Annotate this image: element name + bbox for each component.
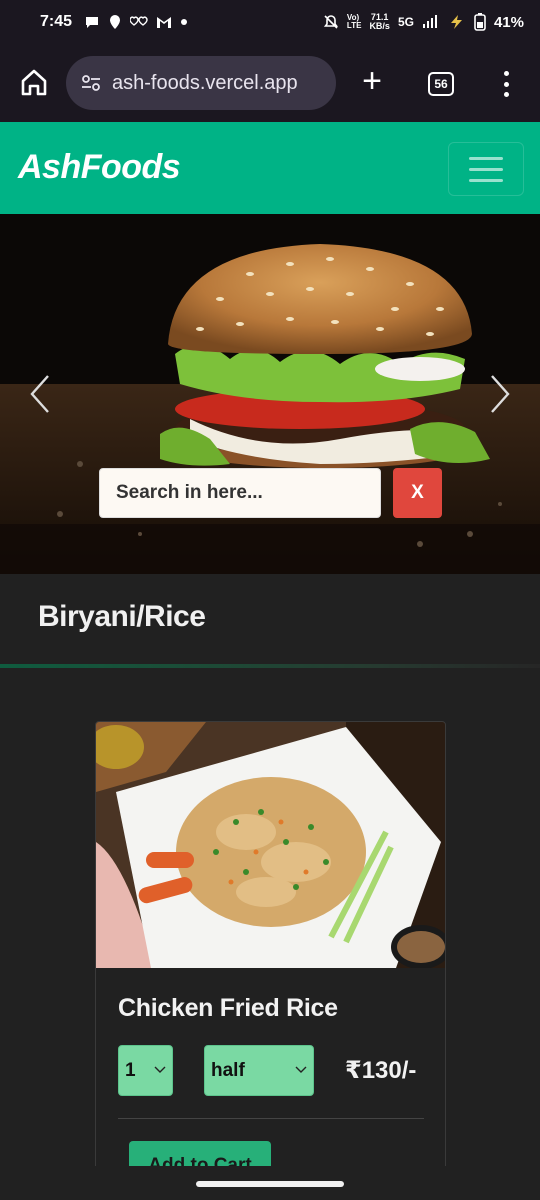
dating-app-icon — [130, 16, 148, 26]
chevron-down-icon — [154, 1066, 166, 1073]
dot-icon — [181, 19, 188, 25]
home-icon[interactable] — [18, 66, 50, 98]
status-bar: 7:45 Vo) LTE 71.1 KB/s 5G 41% — [0, 0, 540, 44]
category-title: Biryani/Rice — [38, 600, 206, 633]
category-divider — [0, 664, 540, 668]
site-navbar: AshFoods — [0, 122, 540, 214]
site-settings-icon[interactable] — [80, 72, 102, 94]
location-icon — [110, 15, 121, 29]
brand-logo[interactable]: AshFoods — [18, 148, 181, 187]
network-speed: 71.1 KB/s — [369, 12, 390, 31]
chat-bubble-icon — [86, 17, 99, 28]
hamburger-line — [469, 167, 503, 171]
network-type: 5G — [397, 15, 414, 29]
charging-icon — [450, 15, 462, 29]
food-image — [96, 722, 445, 968]
food-name: Chicken Fried Rice — [118, 994, 338, 1022]
hero-carousel: Search in here... X — [0, 214, 540, 574]
notification-icons — [84, 14, 188, 30]
status-time: 7:45 — [40, 13, 73, 30]
volte-indicator: Vo) LTE — [346, 13, 362, 30]
hamburger-line — [469, 178, 503, 182]
clear-search-button[interactable]: X — [393, 468, 442, 518]
address-bar[interactable]: ash-foods.vercel.app — [66, 56, 336, 110]
quantity-value: 1 — [125, 1059, 136, 1081]
new-tab-icon[interactable]: + — [356, 64, 388, 100]
size-value: half — [211, 1059, 245, 1081]
chevron-down-icon — [295, 1066, 307, 1073]
battery-icon — [474, 13, 486, 31]
browser-menu-icon[interactable] — [496, 68, 516, 100]
carousel-prev-icon[interactable] — [26, 372, 56, 416]
tab-switcher-button[interactable]: 56 — [428, 72, 454, 96]
hamburger-line — [469, 156, 503, 160]
card-divider — [118, 1118, 424, 1119]
size-select[interactable]: half — [204, 1045, 314, 1096]
quantity-select[interactable]: 1 — [118, 1045, 173, 1096]
navbar-toggler[interactable] — [448, 142, 524, 196]
gmail-icon — [157, 17, 172, 28]
search-placeholder: Search in here... — [116, 482, 263, 503]
battery-percent: 41% — [493, 13, 524, 31]
signal-icon — [422, 15, 437, 28]
tab-count: 56 — [434, 77, 448, 91]
gesture-nav-handle[interactable] — [196, 1181, 344, 1187]
url-text: ash-foods.vercel.app — [112, 71, 298, 94]
browser-toolbar: ash-foods.vercel.app + 56 — [0, 44, 540, 122]
system-icons: Vo) LTE 71.1 KB/s 5G 41% — [323, 13, 524, 31]
search-input[interactable]: Search in here... — [99, 468, 381, 518]
burger-image — [0, 214, 540, 574]
food-card: Chicken Fried Rice 1 half ₹130/- Add to … — [95, 721, 446, 1181]
food-price: ₹130/- — [345, 1057, 417, 1084]
carousel-next-icon[interactable] — [484, 372, 514, 416]
mute-icon — [323, 15, 339, 29]
